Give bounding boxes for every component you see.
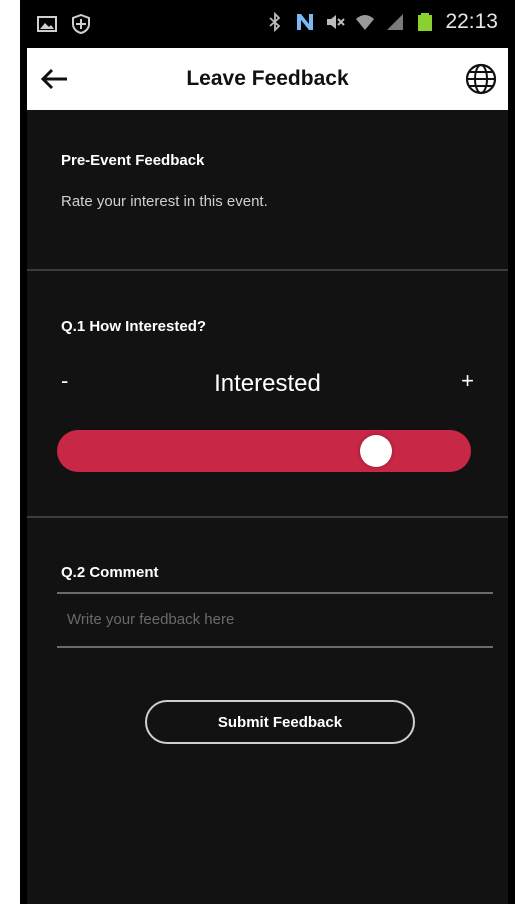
comment-input[interactable] — [65, 603, 489, 635]
page-title: Leave Feedback — [186, 67, 349, 90]
wifi-icon — [356, 15, 375, 30]
interest-stepper: - Interested + — [61, 368, 474, 402]
signal-icon — [387, 14, 404, 30]
status-bar: 22:13 — [27, 0, 508, 48]
image-icon — [37, 16, 57, 32]
pre-event-title: Pre-Event Feedback — [61, 152, 205, 169]
interest-value: Interested — [214, 370, 321, 397]
mute-icon — [327, 15, 346, 29]
comment-top-line — [57, 592, 493, 594]
nfc-icon — [297, 14, 314, 30]
question-1-label: Q.1 How Interested? — [61, 318, 207, 335]
pre-event-subtitle: Rate your interest in this event. — [61, 193, 268, 210]
bluetooth-icon — [269, 12, 281, 32]
divider-1 — [27, 269, 508, 271]
app-bar: Leave Feedback — [27, 48, 508, 110]
status-time: 22:13 — [445, 10, 498, 33]
globe-icon[interactable] — [464, 62, 498, 96]
phone-screen: 22:13 Leave Feedback Pre-Event Feedback … — [20, 0, 515, 904]
interest-slider[interactable] — [57, 430, 471, 472]
divider-2 — [27, 516, 508, 518]
slider-knob[interactable] — [359, 435, 392, 467]
shield-icon — [72, 14, 90, 34]
question-2-label: Q.2 Comment — [61, 564, 159, 581]
status-right-icons: 22:13 — [265, 10, 498, 34]
submit-feedback-button[interactable]: Submit Feedback — [145, 700, 415, 744]
status-left-icons — [37, 14, 91, 34]
comment-bottom-line — [57, 646, 493, 648]
increase-button[interactable]: + — [461, 368, 474, 394]
battery-icon — [418, 13, 433, 31]
